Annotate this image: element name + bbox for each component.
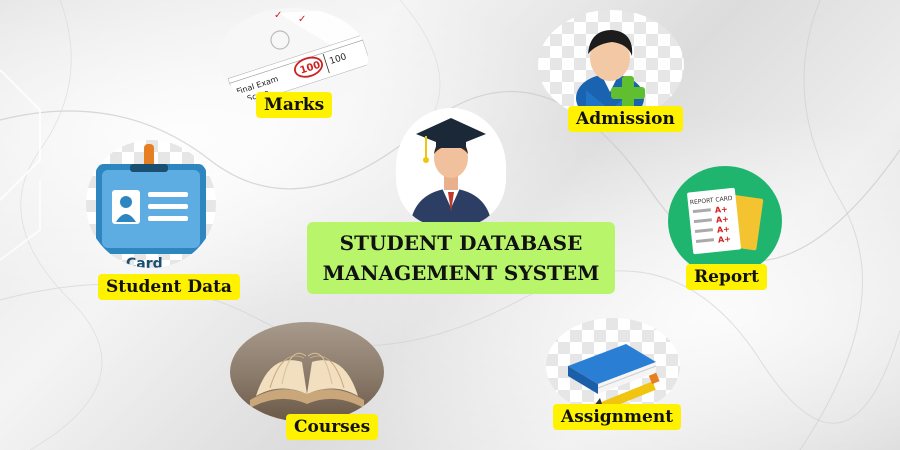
svg-text:✓: ✓ [298, 14, 306, 25]
add-user-icon [576, 30, 645, 120]
graduate-icon [410, 118, 492, 226]
grade-1: A+ [714, 205, 728, 215]
title-line-1: STUDENT DATABASE [339, 231, 583, 255]
label-assignment: Assignment [553, 404, 682, 430]
admission-image [538, 10, 684, 120]
assignment-image [546, 318, 680, 414]
id-card-text: Card [126, 256, 163, 268]
center-title-box: STUDENT DATABASE MANAGEMENT SYSTEM [307, 222, 615, 294]
report-image: REPORT CARD A+ A+ A+ A+ [668, 166, 782, 276]
title-line-2: MANAGEMENT SYSTEM [322, 261, 600, 285]
book-pencil-icon [568, 344, 660, 412]
courses-image [230, 322, 384, 422]
student-data-image: Card [86, 140, 216, 268]
label-student-data: Student Data [98, 274, 240, 300]
label-marks: Marks [256, 92, 333, 118]
svg-text:✓: ✓ [274, 10, 282, 21]
label-report: Report [686, 264, 767, 290]
grade-2: A+ [715, 214, 729, 224]
graduate-image [396, 108, 506, 226]
id-card-icon: Card [96, 144, 206, 268]
report-card-icon: REPORT CARD A+ A+ A+ A+ [687, 187, 764, 255]
label-admission: Admission [568, 106, 683, 132]
grade-3: A+ [717, 224, 731, 234]
label-courses: Courses [286, 414, 379, 440]
open-book-icon [250, 352, 364, 408]
grade-4: A+ [718, 234, 732, 244]
